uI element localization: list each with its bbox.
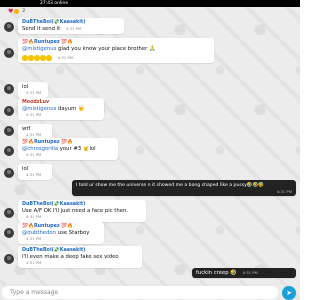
message-bubble[interactable]: DuBTheBoi(💸Kaasakit) I'll even make a de…: [18, 246, 142, 268]
chat-screen: 27:43 online ♥ 2 DuBTheBoi(💸Kaasakit) Se…: [0, 0, 300, 300]
avatar[interactable]: [4, 48, 14, 58]
message-text: glad you know your place brother 🙏: [56, 46, 156, 52]
message-bubble[interactable]: DuBTheBoi(💸Kaasakit) Use A/F OK I'll jus…: [18, 200, 146, 222]
message-bubble[interactable]: 💯🔥Runtupez 💯🔥 @dubthedon use Starboy 4:3…: [18, 222, 104, 244]
laughing-emoji-icon: [34, 55, 40, 61]
message-time: 4:31 PM: [26, 152, 42, 157]
message-input[interactable]: Type a message: [10, 289, 58, 296]
avatar[interactable]: [4, 84, 14, 94]
avatar[interactable]: [4, 228, 14, 238]
sender-name[interactable]: 💯🔥Runtupez 💯🔥: [22, 224, 100, 229]
own-message-bubble[interactable]: I told ur show me the universe n it show…: [72, 180, 296, 196]
laughing-emoji-icon: [22, 55, 28, 61]
message-time: 4:31 PM: [26, 90, 42, 95]
message-time: 4:31 PM: [26, 260, 42, 265]
sender-name[interactable]: DuBTheBoi(💸Kaasakit): [22, 202, 142, 207]
send-icon: ➤: [286, 289, 292, 297]
heart-icon: ♥: [8, 7, 14, 15]
message-bubble[interactable]: MoodzLuv @mistigenus dayum 🤟 4:31 PM: [18, 98, 104, 120]
sender-name[interactable]: DuBTheBoi(💸Kaasakit): [22, 248, 138, 253]
mention-link[interactable]: @mistigenus: [22, 46, 56, 52]
laughing-emoji-icon: [46, 55, 52, 61]
message-bubble[interactable]: 💯🔥Runtupez 💯🔥 @mistigenus glad you know …: [18, 38, 214, 64]
message-time: 4:31 PM: [65, 26, 82, 31]
reaction-count: 2: [22, 9, 26, 14]
message-time: 4:31 PM: [276, 189, 292, 194]
message-time: 4:31 PM: [26, 132, 42, 137]
sender-name[interactable]: MoodzLuv: [22, 100, 100, 105]
sender-name[interactable]: DuBTheBoi(💸Kaasakit): [22, 20, 120, 25]
message-time: 4:31 PM: [26, 112, 42, 117]
message-bubble[interactable]: lol 4:31 PM: [18, 164, 52, 180]
avatar[interactable]: [4, 254, 14, 264]
laughing-emoji-icon: [40, 55, 46, 61]
avatar[interactable]: [4, 146, 14, 156]
online-status: 27:43 online: [40, 1, 69, 6]
sender-name[interactable]: 💯🔥Runtupez 💯🔥: [22, 140, 114, 145]
reactions-row[interactable]: ♥ 2: [8, 8, 25, 15]
message-time: 4:31 PM: [242, 270, 258, 275]
laughing-emoji-icon: [28, 55, 34, 61]
message-time: 4:31 PM: [26, 214, 42, 219]
avatar[interactable]: [4, 208, 14, 218]
message-text: use Starboy: [56, 230, 90, 236]
message-bubble[interactable]: DuBTheBoi(💸Kaasakit) Send it send it 4:3…: [18, 18, 124, 34]
emoji-icon: [14, 9, 20, 14]
message-text: fuckin creep 🤣: [196, 270, 237, 276]
message-bubble[interactable]: 💯🔥Runtupez 💯🔥 @chrosgorilla your #3 🤘lol…: [18, 138, 118, 160]
message-text: I told ur show me the universe n it show…: [76, 183, 265, 188]
avatar[interactable]: [4, 22, 14, 32]
message-time: 4:31 PM: [57, 55, 73, 61]
message-text: Send it send it: [22, 26, 61, 32]
avatar[interactable]: [4, 106, 14, 116]
message-input-bar[interactable]: Type a message: [2, 286, 278, 299]
message-bubble[interactable]: lol 4:31 PM: [18, 82, 48, 98]
message-time: 4:31 PM: [26, 236, 42, 241]
avatar[interactable]: [4, 126, 14, 136]
avatar[interactable]: [4, 168, 14, 178]
own-message-bubble[interactable]: fuckin creep 🤣 4:31 PM: [192, 268, 296, 278]
emoji-row: 4:31 PM: [22, 55, 210, 61]
message-time: 4:31 PM: [26, 172, 42, 177]
message-text: your #3 🤘lol: [58, 146, 96, 152]
status-bar: 27:43 online: [0, 0, 300, 7]
sender-name[interactable]: 💯🔥Runtupez 💯🔥: [22, 40, 210, 45]
message-text: dayum 🤟: [56, 106, 85, 112]
send-button[interactable]: ➤: [282, 286, 296, 300]
